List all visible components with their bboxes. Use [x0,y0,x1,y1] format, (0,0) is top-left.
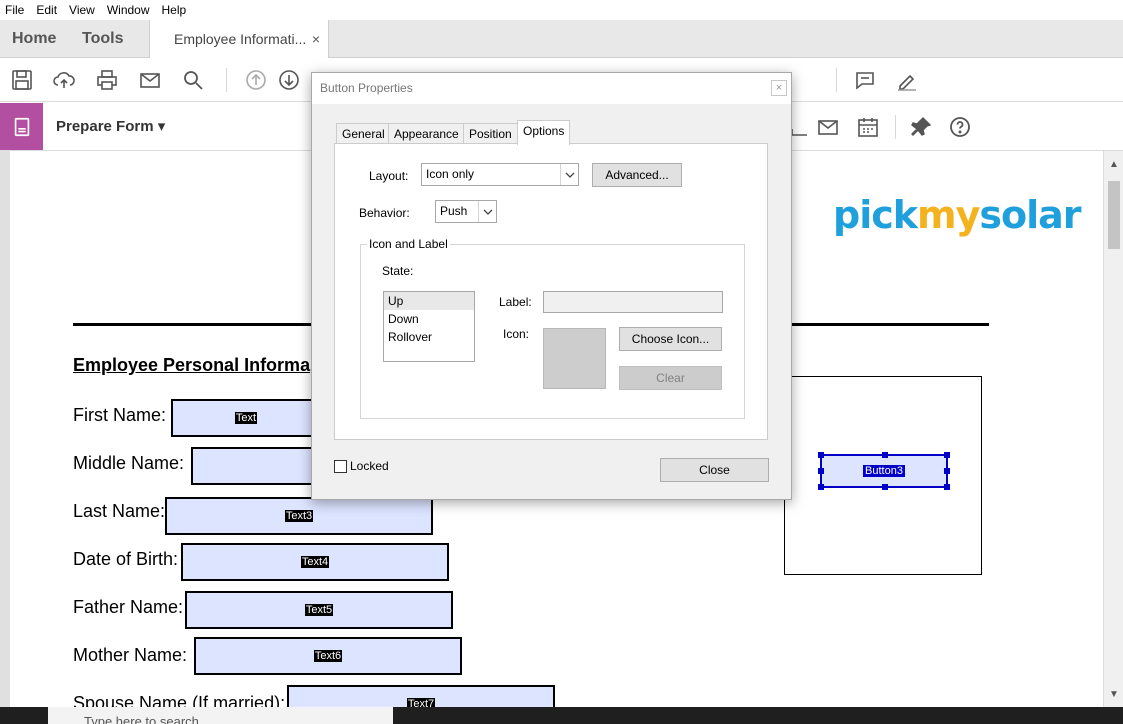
vertical-scrollbar[interactable]: ▲ ▼ [1103,151,1123,707]
text-field-middle-name[interactable] [191,447,321,485]
text-field-date-of-birth[interactable]: Text4 [181,543,449,581]
state-item-up[interactable]: Up [384,292,474,310]
state-item-down[interactable]: Down [384,310,474,328]
icon-and-label-group: Icon and Label State: Up Down Rollover L… [360,237,745,419]
toolbar-separator [226,68,227,92]
chevron-down-icon [478,201,496,222]
locked-label: Locked [350,459,389,473]
resize-handle[interactable] [944,468,950,474]
clear-button[interactable]: Clear [619,366,722,390]
comment-icon[interactable] [851,66,879,94]
field-label: Spouse Name (If married): [73,693,286,707]
resize-handle[interactable] [944,484,950,490]
search-icon[interactable] [179,66,207,94]
prepare-form-icon [0,103,43,150]
resize-handle[interactable] [882,452,888,458]
company-logo: pickmysolar [833,193,1082,237]
close-tab-icon[interactable]: × [312,20,320,58]
layout-select[interactable]: Icon only [421,163,579,186]
layout-label: Layout: [369,169,409,183]
advanced-button[interactable]: Advanced... [592,163,682,187]
menu-bar: File Edit View Window Help [0,0,1123,20]
resize-handle[interactable] [818,468,824,474]
document-tab-label: Employee Informati... [174,31,307,47]
field-label: Date of Birth: [73,549,179,569]
scroll-thumb[interactable] [1108,181,1120,249]
state-item-rollover[interactable]: Rollover [384,328,474,346]
icon-label: Icon: [503,327,530,341]
group-title: Icon and Label [367,237,450,251]
field-label: Father Name: [73,597,184,617]
page-down-icon[interactable] [275,66,303,94]
dialog-title: Button Properties [312,73,791,104]
email-icon[interactable] [814,113,842,141]
tab-general[interactable]: General [336,123,391,144]
button-properties-dialog: Button Properties × General Appearance P… [311,72,792,500]
field-label: Last Name: [73,501,166,521]
tab-appearance[interactable]: Appearance [388,123,465,144]
menu-view[interactable]: View [66,3,104,17]
resize-handle[interactable] [944,452,950,458]
document-tab[interactable]: Employee Informati... × [149,20,329,58]
scroll-down-icon[interactable]: ▼ [1104,689,1123,700]
calendar-icon[interactable] [854,113,882,141]
resize-handle[interactable] [818,452,824,458]
windows-taskbar: Type here to search [0,707,1123,724]
behavior-label: Behavior: [359,206,410,220]
page-up-icon[interactable] [242,66,270,94]
menu-file[interactable]: File [2,3,33,17]
upload-icon[interactable] [50,66,78,94]
tab-options[interactable]: Options [517,120,571,145]
text-field-last-name[interactable]: Text3 [165,497,433,535]
resize-handle[interactable] [818,484,824,490]
section-title: Employee Personal Informa [73,355,311,375]
menu-help[interactable]: Help [159,3,196,17]
sign-icon[interactable] [893,66,921,94]
help-icon[interactable] [946,113,974,141]
taskbar-search[interactable]: Type here to search [48,707,393,724]
dialog-close-icon[interactable]: × [771,80,787,96]
save-icon[interactable] [8,66,36,94]
tools-tab[interactable]: Tools [82,20,123,57]
pin-icon[interactable] [907,113,935,141]
text-field-mother-name[interactable]: Text6 [194,637,462,675]
close-button[interactable]: Close [660,458,769,482]
resize-handle[interactable] [882,484,888,490]
field-label: Middle Name: [73,453,185,473]
field-label: First Name: [73,405,167,425]
tab-position[interactable]: Position [463,123,518,144]
home-tab[interactable]: Home [12,20,56,57]
print-icon[interactable] [93,66,121,94]
button-field-selected[interactable]: Button3 [820,454,948,488]
choose-icon-button[interactable]: Choose Icon... [619,327,722,351]
state-label: State: [382,264,414,278]
behavior-select[interactable]: Push [435,200,497,223]
toolbar-separator [836,68,837,92]
tabs-bar: Home Tools Employee Informati... × [0,20,1123,58]
field-label: Mother Name: [73,645,188,665]
prepare-form-menu[interactable]: Prepare Form ▾ [56,103,165,150]
locked-checkbox[interactable] [334,460,347,473]
scroll-up-icon[interactable]: ▲ [1104,159,1123,170]
chevron-down-icon [560,164,578,185]
label-label: Label: [499,295,532,309]
state-list[interactable]: Up Down Rollover [383,291,475,362]
email-icon[interactable] [136,66,164,94]
menu-edit[interactable]: Edit [33,3,66,17]
text-field-first-name[interactable]: Text [171,399,321,437]
menu-window[interactable]: Window [104,3,159,17]
label-input[interactable] [543,291,723,313]
icon-preview [543,328,606,389]
toolbar-separator [895,115,896,139]
text-field-spouse-name[interactable]: Text7 [287,685,555,707]
text-field-father-name[interactable]: Text5 [185,591,453,629]
options-panel: Layout: Icon only Advanced... Behavior: … [334,143,768,440]
